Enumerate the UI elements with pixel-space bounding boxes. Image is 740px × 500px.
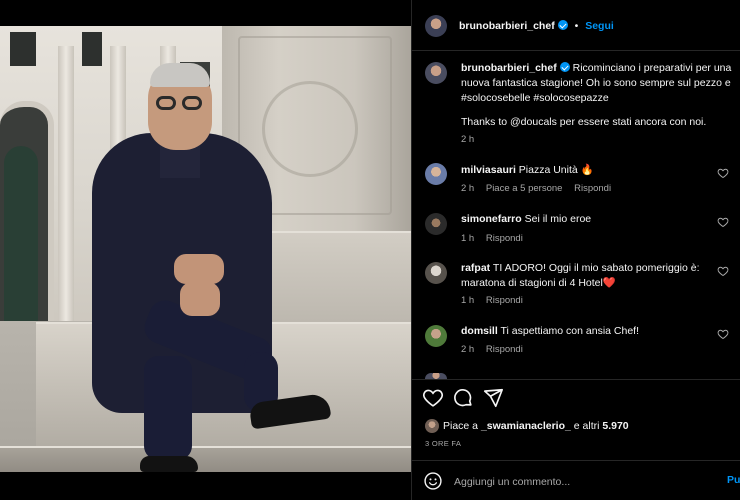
publish-button[interactable]: Pu bbox=[727, 474, 740, 486]
heart-icon[interactable] bbox=[422, 387, 444, 409]
comment-time: 1 h bbox=[461, 233, 475, 244]
comment-avatar[interactable] bbox=[425, 262, 447, 284]
comment-username[interactable]: rafpat bbox=[461, 262, 490, 274]
person-shoe bbox=[140, 456, 198, 472]
comment-avatar[interactable] bbox=[425, 213, 447, 235]
verified-icon bbox=[557, 20, 568, 30]
comment-username[interactable]: simonefarro bbox=[461, 213, 522, 225]
comment-heart-icon[interactable] bbox=[717, 265, 729, 277]
comment-meta: 1 h Rispondi bbox=[461, 295, 523, 306]
comment-input[interactable] bbox=[454, 472, 714, 492]
comment-text: Sei il mio eroe bbox=[524, 213, 592, 225]
comment-line: domsill Ti aspettiamo con ansia Chef! bbox=[461, 323, 639, 339]
pillar-relief-emblem bbox=[262, 81, 358, 177]
author-username[interactable]: brunobarbieri_chef bbox=[459, 20, 555, 32]
comment-time: 1 h bbox=[461, 295, 475, 306]
person-glasses bbox=[156, 96, 206, 110]
caption-line-2: nuova fantastica stagione! Oh io sono se… bbox=[461, 77, 731, 89]
comment-meta: 1 h Rispondi bbox=[461, 233, 523, 244]
building-window bbox=[82, 32, 102, 66]
comment-text: TI ADORO! Oggi il mio sabato pomeriggio … bbox=[492, 262, 700, 274]
caption-line-1: brunobarbieri_chef Ricominciano i prepar… bbox=[461, 60, 731, 76]
likes-user[interactable]: _swamianaclerio_ bbox=[481, 420, 571, 432]
verified-icon bbox=[559, 62, 570, 72]
caption-hashtags[interactable]: #solocosebelle #solocosepazze bbox=[461, 90, 609, 106]
reply-button[interactable]: Rispondi bbox=[574, 183, 611, 194]
lower-step bbox=[0, 446, 411, 472]
comment-avatar[interactable] bbox=[425, 163, 447, 185]
smiley-icon[interactable] bbox=[423, 471, 443, 491]
person-hand bbox=[180, 282, 220, 316]
comment-heart-icon[interactable] bbox=[717, 328, 729, 340]
person-leg bbox=[144, 356, 192, 460]
comment-text: Ti aspettiamo con ansia Chef! bbox=[500, 325, 640, 337]
post-photo[interactable] bbox=[0, 26, 411, 472]
input-divider bbox=[412, 460, 740, 461]
caption-thanks: Thanks to @doucals per essere stati anco… bbox=[461, 116, 707, 128]
person-hand bbox=[174, 254, 224, 284]
comment-line: milviasauri Piazza Unità 🔥 bbox=[461, 162, 594, 178]
comment-likes-link[interactable]: Piace a 5 persone bbox=[486, 183, 563, 194]
comment-username[interactable]: domsill bbox=[461, 325, 498, 337]
caption-text: Ricominciano i preparativi per una bbox=[572, 62, 732, 74]
comment-text: Piazza Unità 🔥 bbox=[518, 164, 594, 176]
comment-line: rafpat TI ADORO! Oggi il mio sabato pome… bbox=[461, 260, 700, 276]
likes-prefix: Piace a bbox=[443, 420, 479, 432]
comment-heart-icon[interactable] bbox=[717, 216, 729, 228]
building-door bbox=[4, 146, 38, 321]
likes-suffix: e altri bbox=[573, 420, 600, 432]
comment-time: 2 h bbox=[461, 183, 475, 194]
likes-avatar[interactable] bbox=[425, 419, 439, 433]
likes-summary[interactable]: Piace a _swamianaclerio_ e altri 5.970 bbox=[443, 418, 629, 434]
person-hair bbox=[150, 63, 210, 87]
comment-time: 2 h bbox=[461, 344, 475, 355]
caption-time: 2 h bbox=[461, 134, 475, 145]
comment-avatar[interactable] bbox=[425, 325, 447, 347]
building-window bbox=[10, 32, 36, 66]
actions-divider bbox=[412, 379, 740, 380]
header-divider bbox=[412, 50, 740, 51]
reply-button[interactable]: Rispondi bbox=[486, 233, 523, 244]
header-separator: • bbox=[574, 20, 579, 32]
caption-username[interactable]: brunobarbieri_chef bbox=[461, 62, 557, 74]
follow-button[interactable]: Segui bbox=[585, 20, 614, 32]
comment-text-continued: maratona di stagioni di 4 Hotel❤️ bbox=[461, 277, 616, 289]
comment-username[interactable]: milviasauri bbox=[461, 164, 516, 176]
comment-line: simonefarro Sei il mio eroe bbox=[461, 211, 591, 227]
post-timestamp: 3 ORE FA bbox=[425, 439, 462, 448]
comment-meta: 2 h Piace a 5 persone Rispondi bbox=[461, 183, 611, 194]
likes-count[interactable]: 5.970 bbox=[602, 420, 628, 432]
comment-heart-icon[interactable] bbox=[717, 167, 729, 179]
post-header: brunobarbieri_chef • Segui bbox=[459, 18, 614, 34]
author-avatar[interactable] bbox=[425, 15, 447, 37]
caption-avatar[interactable] bbox=[425, 62, 447, 84]
comment-icon[interactable] bbox=[452, 387, 474, 409]
comment-meta: 2 h Rispondi bbox=[461, 344, 523, 355]
building-column bbox=[58, 46, 74, 326]
reply-button[interactable]: Rispondi bbox=[486, 295, 523, 306]
reply-button[interactable]: Rispondi bbox=[486, 344, 523, 355]
share-icon[interactable] bbox=[482, 387, 504, 409]
